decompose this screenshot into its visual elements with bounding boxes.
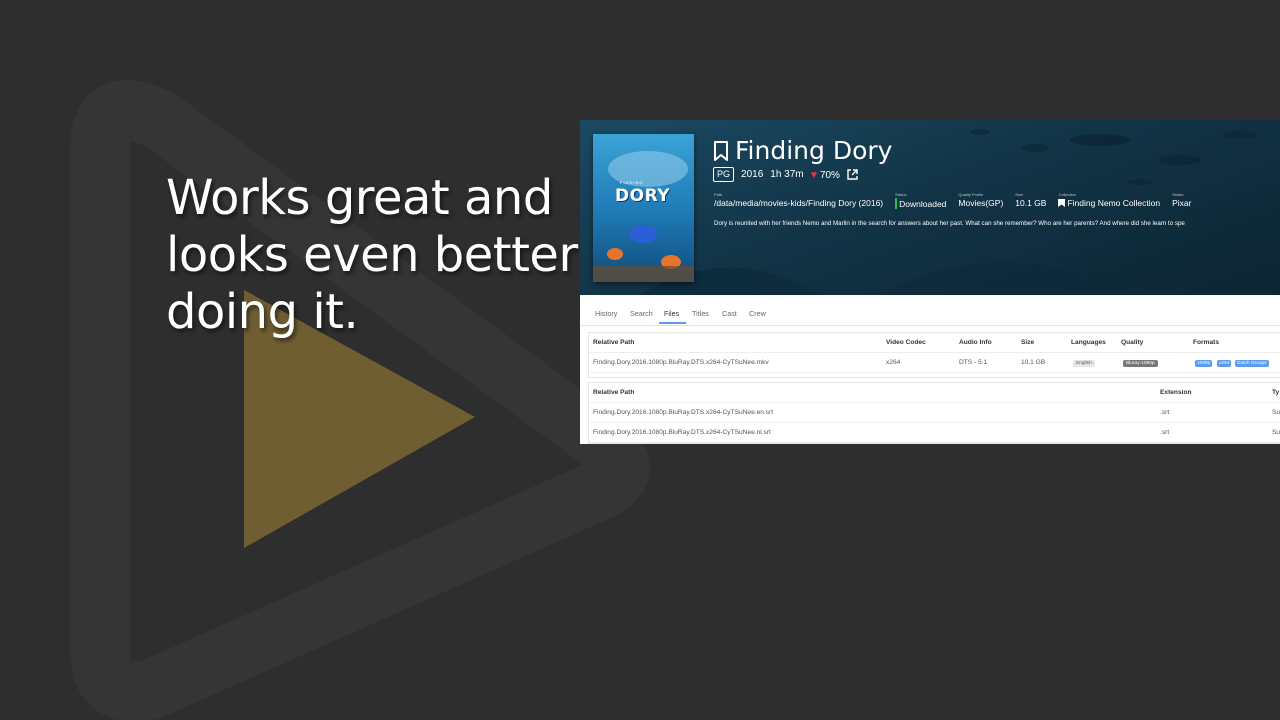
movie-poster[interactable]: FINDING DORY bbox=[593, 134, 694, 282]
extra-files-table: Relative Path Extension Ty Finding.Dory.… bbox=[588, 382, 1280, 444]
movie-runtime: 1h 37m bbox=[770, 169, 804, 180]
tab-crew[interactable]: Crew bbox=[749, 309, 766, 318]
poster-subtitle: FINDING bbox=[620, 180, 644, 185]
heart-icon: ♥ bbox=[810, 168, 818, 181]
table-row[interactable]: Finding.Dory.2016.1080p.BluRay.DTS.x264-… bbox=[589, 403, 1280, 423]
file-size: 10.1 GB bbox=[1021, 359, 1046, 366]
score-value: 70% bbox=[819, 169, 840, 181]
poster-title: DORY bbox=[615, 186, 671, 206]
extra-file-type: Su bbox=[1272, 409, 1280, 416]
format-badge: 1080p bbox=[1195, 360, 1213, 367]
meta-quality-value: Movies(GP) bbox=[958, 198, 1004, 208]
format-badge: x264 bbox=[1217, 360, 1232, 367]
certification-badge: PG bbox=[713, 167, 735, 182]
tagline-line-1: Works great and bbox=[166, 170, 553, 226]
meta-path-value: /data/media/movies-kids/Finding Dory (20… bbox=[714, 198, 884, 208]
movie-header: FINDING DORY Finding Dory PG 2016 1h 37m… bbox=[580, 120, 1280, 295]
external-link-icon[interactable] bbox=[847, 169, 858, 180]
details-tabs: History Search Files Titles Cast Crew bbox=[580, 295, 1280, 326]
table-row[interactable]: Finding.Dory.2016.1080p.BluRay.DTS.x264-… bbox=[589, 353, 1280, 373]
extra-file-type: Su bbox=[1272, 429, 1280, 436]
active-tab-indicator bbox=[659, 322, 686, 324]
movie-score: ♥ 70% bbox=[811, 169, 840, 181]
file-codec: x264 bbox=[886, 359, 901, 366]
table-header-row: Relative Path Extension Ty bbox=[589, 383, 1280, 403]
column-header[interactable]: Relative Path bbox=[593, 389, 634, 396]
column-header[interactable]: Video Codec bbox=[886, 339, 926, 346]
meta-size-value: 10.1 GB bbox=[1015, 198, 1047, 208]
tab-cast[interactable]: Cast bbox=[722, 309, 737, 318]
extra-file-path: Finding.Dory.2016.1080p.BluRay.DTS.x264-… bbox=[593, 409, 774, 416]
tab-search[interactable]: Search bbox=[630, 309, 653, 318]
table-header-row: Relative Path Video Codec Audio Info Siz… bbox=[589, 333, 1280, 353]
meta-status-value: Downloaded bbox=[899, 198, 947, 209]
movie-details-screenshot: FINDING DORY Finding Dory PG 2016 1h 37m… bbox=[580, 120, 1280, 444]
movie-year: 2016 bbox=[741, 169, 764, 180]
title-row: Finding Dory bbox=[713, 136, 892, 165]
column-header[interactable]: Extension bbox=[1160, 389, 1192, 396]
meta-size: Size 10.1 GB bbox=[1015, 192, 1046, 209]
meta-status: Status Downloaded bbox=[895, 192, 946, 209]
tagline-line-3: doing it. bbox=[166, 284, 359, 340]
tab-files[interactable]: Files bbox=[664, 309, 679, 318]
column-header[interactable]: Audio Info bbox=[959, 339, 992, 346]
extra-file-extension: .srt bbox=[1160, 429, 1170, 436]
movie-info-row: PG 2016 1h 37m ♥ 70% bbox=[713, 167, 858, 182]
extra-file-path: Finding.Dory.2016.1080p.BluRay.DTS.x264-… bbox=[593, 429, 771, 436]
meta-studio-value: Pixar bbox=[1172, 198, 1192, 208]
table-row[interactable]: Finding.Dory.2016.1080p.BluRay.DTS.x264-… bbox=[589, 423, 1280, 443]
language-badge: English bbox=[1073, 360, 1095, 367]
meta-studio: Studio Pixar bbox=[1172, 192, 1191, 209]
movie-overview: Dory is reunited with her friends Nemo a… bbox=[714, 220, 1185, 227]
meta-quality: Quality Profile Movies(GP) bbox=[958, 192, 1003, 209]
tagline: Works great and looks even better doing … bbox=[166, 170, 586, 341]
meta-collection: Collection Finding Nemo Collection bbox=[1058, 192, 1160, 209]
tab-history[interactable]: History bbox=[595, 309, 617, 318]
column-header[interactable]: Relative Path bbox=[593, 339, 634, 346]
movie-files-table: Relative Path Video Codec Audio Info Siz… bbox=[588, 332, 1280, 378]
movie-meta: Path /data/media/movies-kids/Finding Dor… bbox=[714, 192, 1203, 209]
extra-file-extension: .srt bbox=[1160, 409, 1170, 416]
column-header[interactable]: Languages bbox=[1071, 339, 1106, 346]
poster-art bbox=[593, 151, 694, 282]
column-header[interactable]: Formats bbox=[1193, 339, 1219, 346]
tagline-line-2: looks even better bbox=[166, 227, 578, 283]
quality-badge: Bluray-1080p bbox=[1123, 360, 1158, 367]
file-path: Finding.Dory.2016.1080p.BluRay.DTS.x264-… bbox=[593, 359, 769, 366]
column-header[interactable]: Ty bbox=[1272, 389, 1279, 396]
column-header[interactable]: Size bbox=[1021, 339, 1034, 346]
file-audio: DTS - 5.1 bbox=[959, 359, 988, 366]
meta-collection-value: Finding Nemo Collection bbox=[1067, 198, 1161, 208]
column-header[interactable]: Quality bbox=[1121, 339, 1143, 346]
format-badge: Dutch Groups bbox=[1235, 360, 1269, 367]
tab-titles[interactable]: Titles bbox=[692, 309, 709, 318]
meta-path: Path /data/media/movies-kids/Finding Dor… bbox=[714, 192, 883, 209]
collection-bookmark-icon bbox=[1058, 199, 1066, 207]
bookmark-icon[interactable] bbox=[713, 140, 729, 161]
status-indicator bbox=[895, 198, 898, 209]
movie-title: Finding Dory bbox=[735, 136, 893, 165]
